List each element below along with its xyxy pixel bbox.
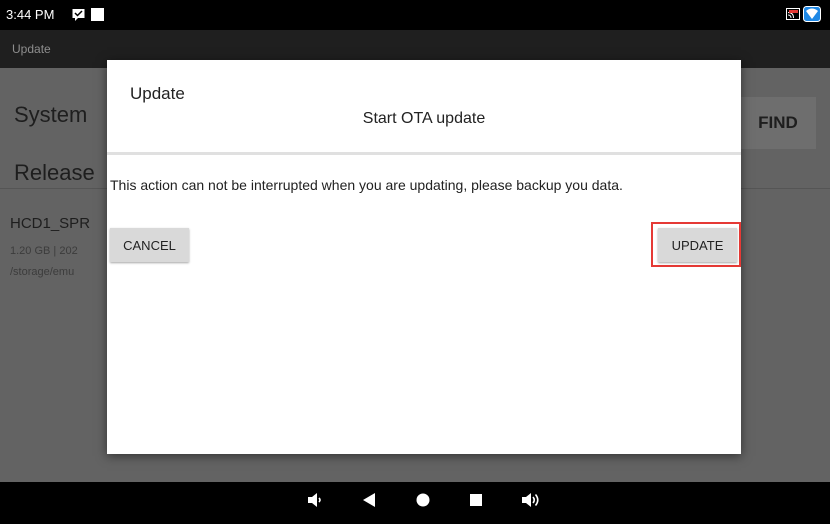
release-label: Release <box>14 160 95 185</box>
dialog-subtitle: Start OTA update <box>362 110 486 127</box>
dialog-divider <box>107 152 741 155</box>
update-dialog: Update Start OTA update This action can … <box>107 60 741 454</box>
cast-icon <box>786 8 800 20</box>
find-button[interactable]: FIND <box>740 97 816 149</box>
volume-up-icon[interactable] <box>521 492 541 508</box>
dialog-message: This action can not be interrupted when … <box>110 177 623 193</box>
update-button[interactable]: UPDATE <box>658 228 737 262</box>
system-label: System <box>14 102 88 127</box>
volume-down-icon[interactable] <box>307 492 323 508</box>
status-time: 3:44 PM <box>6 7 55 22</box>
blank-notification-icon <box>91 8 104 21</box>
recents-icon[interactable] <box>469 492 483 508</box>
back-icon[interactable] <box>362 492 376 508</box>
cancel-button[interactable]: CANCEL <box>110 228 189 262</box>
file-path: /storage/emu <box>10 266 75 278</box>
file-name[interactable]: HCD1_SPR <box>10 215 90 232</box>
app-title: Update <box>12 42 51 56</box>
dialog-title: Update <box>130 84 185 103</box>
file-meta: 1.20 GB | 202 <box>10 245 78 257</box>
navigation-bar <box>0 482 830 524</box>
home-icon[interactable] <box>415 492 431 508</box>
message-icon <box>72 9 85 21</box>
status-bar: 3:44 PM <box>0 0 830 30</box>
wifi-icon <box>803 6 821 22</box>
